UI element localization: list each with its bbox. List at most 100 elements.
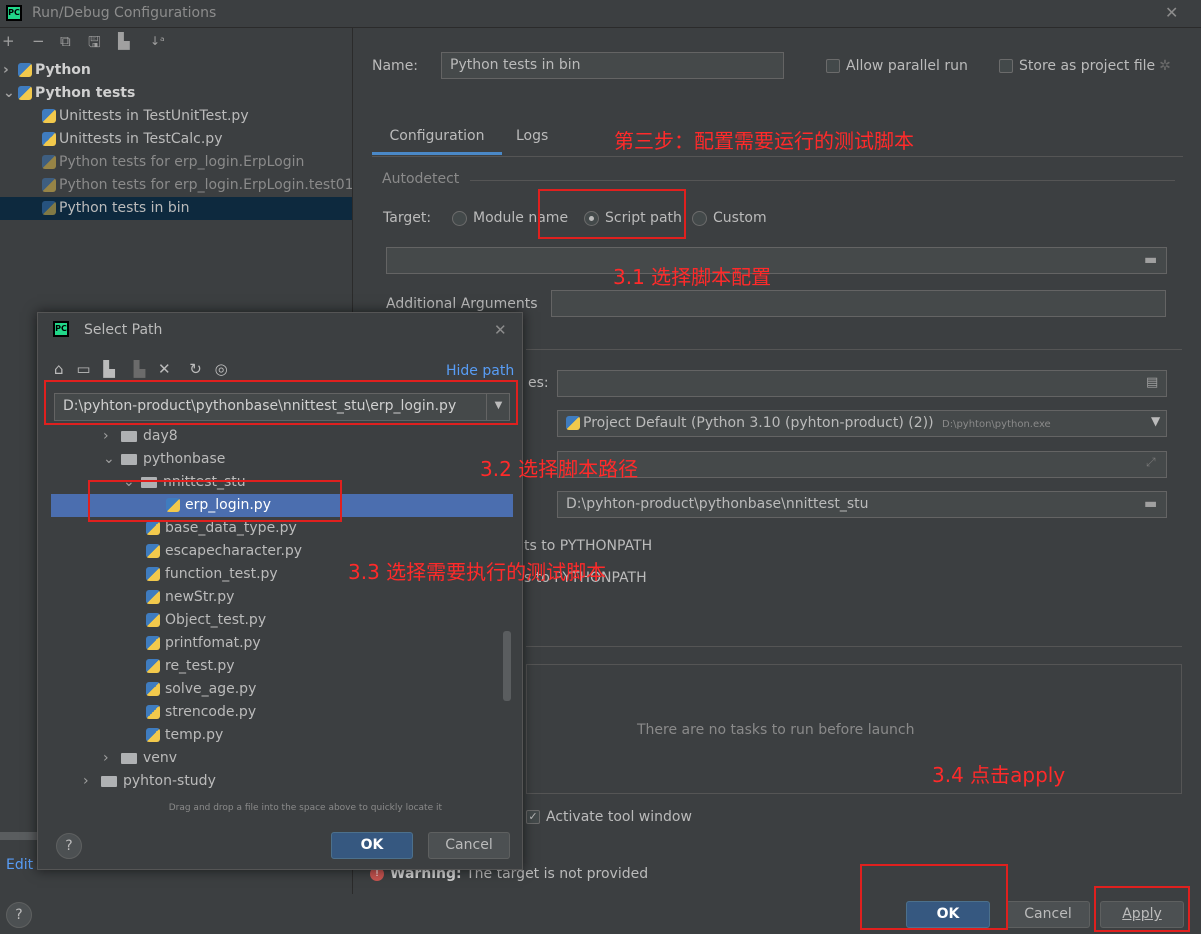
home-icon[interactable]: ⌂ (54, 360, 64, 378)
config-toolbar: + − ⧉ 🖫 ▙ ↓ᵃ (0, 30, 352, 58)
python-file-icon (146, 636, 160, 650)
refresh-icon[interactable]: ↻ (189, 360, 202, 378)
pycharm-logo-icon: PC (6, 5, 22, 21)
tree-item-label: pyhton-study (123, 773, 216, 789)
chevron-right-icon[interactable]: › (0, 59, 18, 82)
move-to-folder-icon[interactable]: ▙ (118, 32, 130, 50)
chevron-down-icon[interactable]: ⌄ (0, 82, 18, 105)
chevron-down-icon[interactable]: ⌄ (103, 448, 121, 471)
tree-folder-day8[interactable]: › day8 (103, 425, 178, 448)
tree-file[interactable]: temp.py (146, 724, 223, 747)
tree-folder-pythonbase[interactable]: ⌄ pythonbase (103, 448, 225, 471)
allow-parallel-checkbox[interactable]: Allow parallel run (826, 58, 968, 74)
tree-file[interactable]: newStr.py (146, 586, 234, 609)
expand-icon[interactable]: ⤢ (1146, 455, 1156, 470)
tree-file[interactable]: function_test.py (146, 563, 278, 586)
tree-file[interactable]: escapecharacter.py (146, 540, 302, 563)
tree-item-erp-login-test01[interactable]: Python tests for erp_login.ErpLogin.test… (0, 174, 352, 197)
tree-group-python[interactable]: › Python (0, 59, 352, 82)
env-vars-input[interactable] (557, 370, 1167, 397)
add-config-icon[interactable]: + (2, 32, 15, 50)
copy-config-icon[interactable]: ⧉ (60, 32, 71, 50)
annotation-box-ok (860, 864, 1008, 930)
python-file-icon (146, 521, 160, 535)
folder-icon (121, 453, 137, 465)
script-path-input[interactable] (386, 247, 1167, 274)
python-file-icon (146, 567, 160, 581)
tree-item-label: escapecharacter.py (165, 543, 303, 559)
checkbox-label: Store as project file (1019, 58, 1156, 74)
edit-env-vars-icon[interactable]: ▤ (1146, 375, 1158, 390)
tab-logs[interactable]: Logs (516, 125, 548, 155)
interpreter-options-input[interactable] (557, 451, 1167, 478)
tree-group-label: Python tests (35, 85, 136, 101)
interpreter-select[interactable]: Project Default (Python 3.10 (pyhton-pro… (557, 410, 1167, 437)
sort-icon[interactable]: ↓ᵃ (150, 34, 165, 48)
python-file-icon (146, 544, 160, 558)
tree-folder-venv[interactable]: › venv (103, 747, 177, 770)
working-directory-input[interactable]: D:\pyhton-product\pythonbase\nnittest_st… (557, 491, 1167, 518)
delete-icon[interactable]: ✕ (158, 360, 171, 378)
window-close-icon[interactable]: ✕ (1165, 3, 1178, 22)
dialog-help-button[interactable]: ? (56, 833, 82, 859)
folder-icon (121, 430, 137, 442)
tree-item-label: Python tests for erp_login.ErpLogin.test… (59, 177, 352, 193)
tree-item-label: day8 (143, 428, 178, 444)
dialog-cancel-button[interactable]: Cancel (428, 832, 510, 859)
store-as-project-checkbox[interactable]: Store as project file ✲ (999, 58, 1171, 74)
radio-icon (692, 210, 707, 226)
tab-configuration[interactable]: Configuration (372, 125, 502, 155)
chevron-right-icon[interactable]: › (83, 770, 101, 793)
desktop-icon[interactable]: ▭ (76, 360, 90, 378)
tree-file[interactable]: strencode.py (146, 701, 256, 724)
group-separator (526, 646, 1182, 647)
interpreter-name: Project Default (Python 3.10 (pyhton-pro… (583, 415, 934, 431)
horizontal-scrollbar[interactable] (0, 832, 37, 840)
tree-folder-pyhton-study[interactable]: › pyhton-study (83, 770, 216, 793)
tree-item-python-tests-in-bin[interactable]: Python tests in bin (0, 197, 352, 220)
python-file-icon (146, 705, 160, 719)
python-test-error-icon (42, 201, 56, 215)
env-vars-label: es: (528, 375, 549, 391)
tree-file[interactable]: solve_age.py (146, 678, 256, 701)
edit-templates-link[interactable]: Edit (6, 857, 33, 873)
radio-custom[interactable]: Custom (692, 210, 767, 226)
tree-item-label: re_test.py (165, 658, 235, 674)
activate-tool-window-checkbox[interactable]: ✓ Activate tool window (526, 809, 692, 825)
browse-folder-icon[interactable]: ▬ (1144, 252, 1157, 268)
annotation-step3-2: 3.2 选择脚本路径 (480, 457, 639, 481)
checkbox-label: Allow parallel run (846, 58, 968, 74)
remove-config-icon[interactable]: − (32, 32, 45, 50)
tree-item-label: strencode.py (165, 704, 257, 720)
additional-arguments-input[interactable] (551, 290, 1166, 317)
config-tree: › Python ⌄ Python tests Unittests in TestU… (0, 58, 352, 248)
name-input[interactable]: Python tests in bin (441, 52, 784, 79)
help-button[interactable]: ? (6, 902, 32, 928)
cancel-button[interactable]: Cancel (1006, 901, 1090, 928)
dialog-ok-button[interactable]: OK (331, 832, 413, 859)
show-hidden-icon[interactable]: ◎ (215, 360, 228, 378)
chevron-right-icon[interactable]: › (103, 747, 121, 770)
group-separator (470, 180, 1175, 181)
new-folder-icon[interactable]: ▙ (134, 360, 146, 378)
project-folder-icon[interactable]: ▙ (103, 360, 115, 378)
hide-path-link[interactable]: Hide path (446, 363, 514, 379)
tree-file[interactable]: printfomat.py (146, 632, 261, 655)
folder-icon (101, 775, 117, 787)
save-config-icon[interactable]: 🖫 (88, 32, 101, 57)
tree-group-python-tests[interactable]: ⌄ Python tests (0, 82, 352, 105)
gear-icon[interactable]: ✲ (1159, 58, 1171, 74)
tree-item-erp-login[interactable]: Python tests for erp_login.ErpLogin (0, 151, 352, 174)
tree-item-unittest-calc[interactable]: Unittests in TestCalc.py (0, 128, 352, 151)
chevron-down-icon[interactable]: ▼ (1151, 414, 1160, 428)
tree-file[interactable]: Object_test.py (146, 609, 266, 632)
browse-folder-icon[interactable]: ▬ (1144, 496, 1157, 512)
tree-file[interactable]: re_test.py (146, 655, 235, 678)
folder-icon (121, 752, 137, 764)
tree-item-unittest-unit[interactable]: Unittests in TestUnitTest.py (0, 105, 352, 128)
python-tests-icon (18, 86, 32, 100)
vertical-scrollbar[interactable] (503, 631, 511, 701)
dialog-close-icon[interactable]: ✕ (494, 321, 507, 339)
name-label: Name: (372, 58, 419, 74)
chevron-right-icon[interactable]: › (103, 425, 121, 448)
